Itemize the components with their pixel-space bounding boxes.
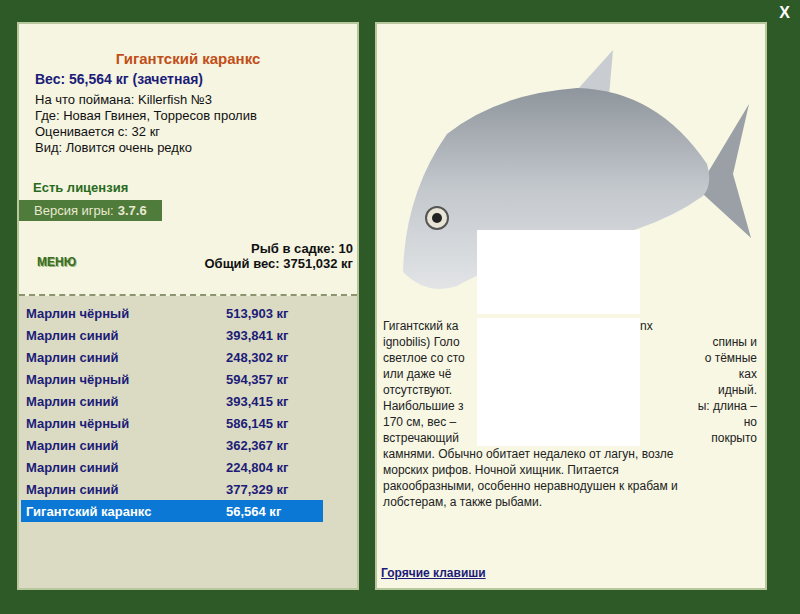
license-label: Есть лицензия (19, 156, 357, 195)
close-button[interactable]: X (779, 4, 790, 22)
catch-row[interactable]: Марлин синий362,367 кг (21, 434, 323, 456)
catch-row[interactable]: Гигантский каранкс56,564 кг (21, 500, 323, 522)
keepnet-summary: Рыб в садке: 10Общий вес: 3751,032 кг (204, 241, 353, 271)
info-line: На что поймана: Killerfish №3 (35, 92, 357, 108)
catch-list: Марлин чёрный513,903 кгМарлин синий393,8… (19, 296, 357, 522)
catch-row[interactable]: Марлин синий377,329 кг (21, 478, 323, 500)
catch-panel: Гигантский каранксВес: 56,564 кг (зачетн… (17, 22, 359, 590)
catch-row[interactable]: Марлин синий393,841 кг (21, 324, 323, 346)
menu-button[interactable]: МЕНЮ (37, 255, 76, 271)
fish-info-screen: X Гигантский каранксВес: 56,564 кг (зачет… (0, 0, 800, 614)
fish-title: Гигантский каранкс (19, 50, 357, 67)
catch-row[interactable]: Марлин синий248,302 кг (21, 346, 323, 368)
info-line: Где: Новая Гвинея, Торресов пролив (35, 108, 357, 124)
fish-info: На что поймана: Killerfish №3Где: Новая … (19, 87, 357, 156)
hotkeys-link[interactable]: Горячие клавиши (377, 566, 765, 588)
catch-row[interactable]: Марлин синий224,804 кг (21, 456, 323, 478)
catch-row[interactable]: Марлин чёрный586,145 кг (21, 412, 323, 434)
description-panel: Гигантский каnxignobilis) Голоспины исве… (375, 22, 767, 590)
info-line: Оценивается с: 32 кг (35, 124, 357, 140)
fish-photo (377, 24, 765, 314)
fish-card: Гигантский каранксВес: 56,564 кг (зачетн… (19, 24, 357, 296)
catch-row[interactable]: Марлин синий393,415 кг (21, 390, 323, 412)
info-line: Вид: Ловится очень редко (35, 140, 357, 156)
catch-row[interactable]: Марлин чёрный513,903 кг (21, 302, 323, 324)
fish-description: Гигантский каnxignobilis) Голоспины исве… (377, 314, 765, 510)
catch-row[interactable]: Марлин чёрный594,357 кг (21, 368, 323, 390)
version-bar: Версия игры:3.7.6 (19, 200, 162, 221)
fish-weight: Вес: 56,564 кг (зачетная) (19, 67, 357, 87)
